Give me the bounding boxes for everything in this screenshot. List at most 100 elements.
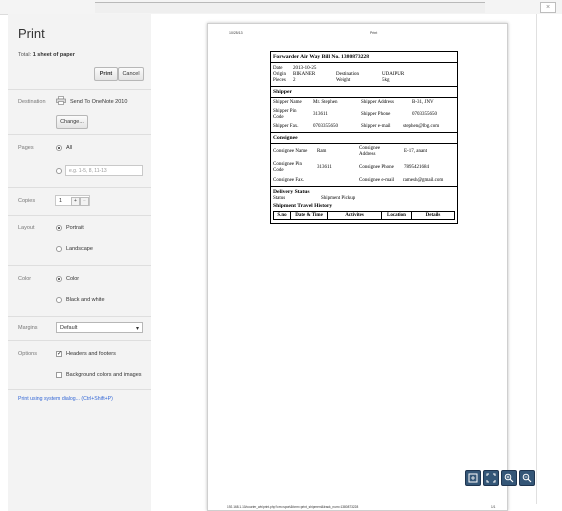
divider [8,134,151,135]
copies-label: Copies [18,198,36,204]
preview-page: 10/25/13 Print Forwarder Air Way Bill No… [207,23,508,511]
status-value: Shipment Pickup [321,196,356,201]
page-header-date: 10/25/13 [229,31,243,35]
color-color-label: Color [66,276,80,282]
pages-range-input[interactable]: e.g. 1-5, 8, 11-13 [65,165,143,176]
page-header-title: Print [370,31,378,35]
consignee-address-label: Consignee Address [359,146,381,157]
travel-history-header: Shipment Travel History [273,203,333,209]
destination-label: Destination [18,99,46,105]
consignee-name-label: Consignee Name [273,149,308,154]
history-table-header: S.no Date & Time Activites Location Deta… [273,211,455,220]
status-label: Status [273,196,286,201]
shipper-phone-label: Shipper Phone [361,112,391,117]
layout-landscape-radio[interactable] [56,246,62,252]
print-button[interactable]: Print [94,67,118,81]
print-settings-sidebar: Print Total: 1 sheet of paper Print Canc… [8,14,152,511]
consignee-header: Consignee [273,135,298,141]
shipper-fax-value: 0703355650 [313,124,338,129]
history-col-details: Details [425,213,441,218]
zoom-out-icon[interactable] [519,470,535,486]
color-bw-radio[interactable] [56,297,62,303]
divider [8,187,151,188]
copies-input[interactable]: 1 + − [55,195,90,206]
consignee-phone-label: Consignee Phone [359,165,394,170]
shipper-fax-label: Shipper Fax. [273,124,299,129]
shipper-pin-value: 313611 [313,112,328,117]
headers-footers-checkbox[interactable]: ✓ [56,351,62,357]
total-value: 1 sheet of paper [32,52,75,58]
shipper-email-value: stephen@lbg.com [403,124,440,129]
divider [8,340,151,341]
consignee-email-label: Consignee e-mail [359,178,395,183]
copies-value: 1 [59,198,63,204]
page-footer-url: 192.168.1.10/courier_wb/print.php?cm=spo… [227,505,359,509]
history-col-location: Location [382,212,412,219]
consignee-name-value: Ram [317,149,327,154]
weight-label: Weight [336,78,351,83]
divider [8,316,151,317]
airway-bill-title: Forwarder Air Way Bill No. 1380873228 [273,54,370,60]
divider [8,389,151,390]
history-col-datetime: Date & Time [291,212,328,219]
shipper-header: Shipper [273,89,292,95]
layout-landscape-label: Landscape [66,246,93,252]
shipper-name-label: Shipper Name [273,100,302,105]
print-title: Print [18,26,45,41]
pages-label: Pages [18,145,34,151]
history-col-sno: S.no [274,212,291,219]
weight-value: 5kg [382,78,390,83]
system-dialog-link[interactable]: Print using system dialog... (Ctrl+Shift… [18,396,113,402]
pages-all-radio[interactable] [56,145,62,151]
color-bw-label: Black and white [66,297,105,303]
color-label: Color [18,276,32,282]
divider [8,265,151,266]
layout-portrait-radio[interactable] [56,225,62,231]
consignee-pin-label: Consignee Pin Code [273,162,303,173]
layout-label: Layout [18,225,35,231]
divider [8,89,151,90]
fit-page-icon[interactable] [465,470,481,486]
options-label: Options [18,351,37,357]
change-destination-button[interactable]: Change... [56,115,88,129]
background-graphics-label: Background colors and images [66,372,142,378]
shipper-pin-label: Shipper Pin Code [273,109,297,120]
print-preview-area: 10/25/13 Print Forwarder Air Way Bill No… [151,14,562,511]
color-color-radio[interactable] [56,276,62,282]
total-sheets: Total: 1 sheet of paper [18,52,75,58]
browser-tab[interactable] [95,2,485,13]
shipper-address-label: Shipper Address [361,100,394,105]
layout-portrait-label: Portrait [66,225,84,231]
preview-zoom-toolbar [465,470,535,486]
consignee-email-value: ramesh@gmail.com [403,178,444,183]
destination-value: Send To OneNote 2010 [70,99,128,105]
divider [8,215,151,216]
consignee-address-value: E-17, anant [404,149,428,154]
page-footer-number: 1/1 [491,505,496,509]
margins-label: Margins [18,325,38,331]
window-top-strip: × [0,0,562,15]
total-prefix: Total: [18,52,32,58]
consignee-pin-value: 313611 [317,165,332,170]
background-graphics-checkbox[interactable] [56,372,62,378]
pieces-label: Pieces [273,78,286,83]
shipper-name-value: Mr. Stephen [313,100,338,105]
zoom-in-icon[interactable] [501,470,517,486]
margins-select[interactable]: Default ▾ [56,322,143,333]
consignee-fax-label: Consignee Fax. [273,178,305,183]
delivery-status-header: Delivery Status [273,189,310,195]
preview-scrollbar[interactable] [536,14,537,504]
cancel-button[interactable]: Cancel [118,67,144,81]
shipper-email-label: Shipper e-mail [361,124,391,129]
chevron-down-icon: ▾ [135,326,139,332]
pieces-value: 2 [293,78,296,83]
pages-custom-radio[interactable] [56,168,62,174]
shipper-address-value: B-31, JNV [412,100,434,105]
copies-decrement-button[interactable]: − [80,197,89,206]
copies-increment-button[interactable]: + [71,197,80,206]
printer-icon [56,96,66,105]
close-icon[interactable]: × [540,2,556,13]
history-col-activities: Activites [328,212,382,219]
consignee-phone-value: 7895421684 [404,165,429,170]
fullscreen-icon[interactable] [483,470,499,486]
